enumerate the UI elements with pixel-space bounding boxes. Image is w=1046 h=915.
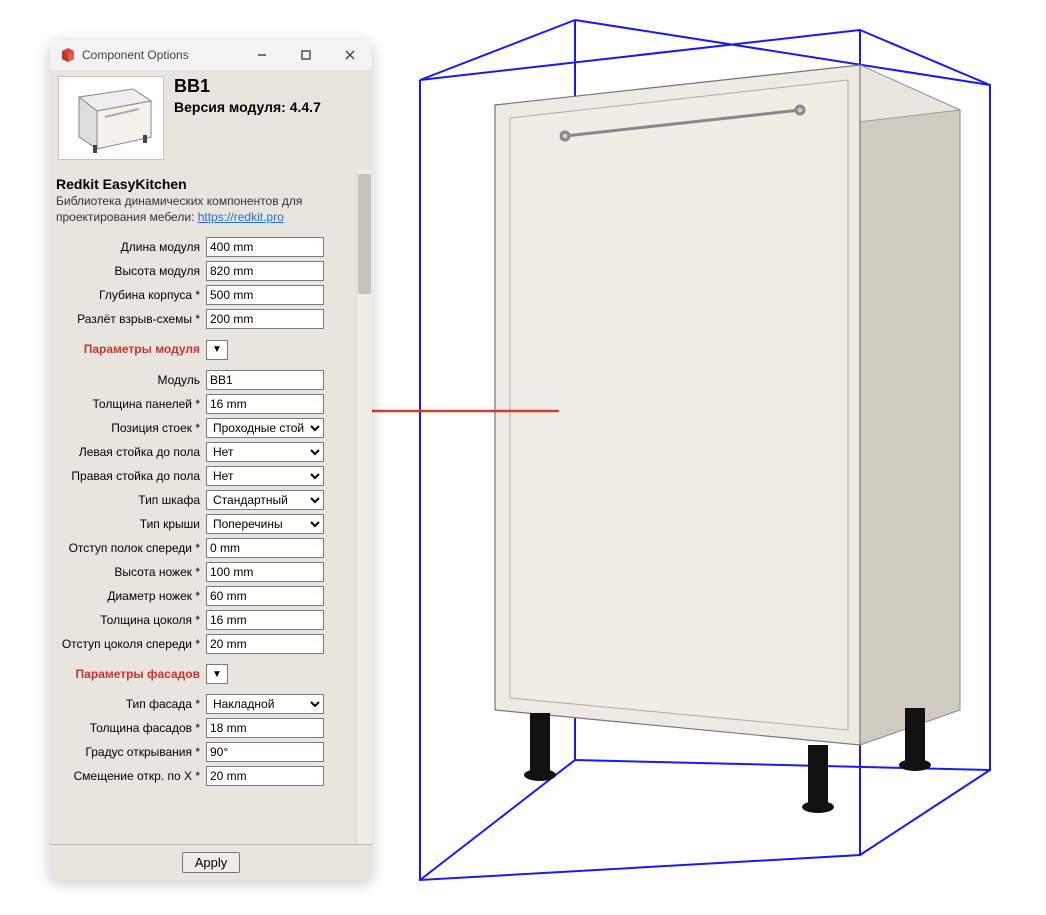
section-toggle-icon[interactable]: ▼: [206, 340, 228, 360]
label-plinth-offset: Отступ цоколя спереди *: [56, 632, 206, 656]
section-facade-params: Параметры фасадов: [56, 662, 206, 687]
input-plinth-thickness[interactable]: [206, 610, 324, 630]
label-length: Длина модуля: [56, 235, 206, 259]
label-leg-diameter: Диаметр ножек *: [56, 584, 206, 608]
input-plinth-offset[interactable]: [206, 634, 324, 654]
input-height[interactable]: [206, 261, 324, 281]
library-description: Библиотека динамических компонентов для …: [56, 194, 350, 225]
component-options-window: Component Options BB1 Версия модуля: 4.4…: [50, 40, 372, 880]
input-open-shift-x[interactable]: [206, 766, 324, 786]
input-panel-thickness[interactable]: [206, 394, 324, 414]
label-post-position: Позиция стоек *: [56, 416, 206, 440]
close-button[interactable]: [328, 40, 372, 70]
titlebar[interactable]: Component Options: [50, 40, 372, 70]
component-version: Версия модуля: 4.4.7: [174, 99, 364, 115]
label-facade-type: Тип фасада *: [56, 692, 206, 716]
input-length[interactable]: [206, 237, 324, 257]
label-shelf-offset: Отступ полок спереди *: [56, 536, 206, 560]
maximize-button[interactable]: [284, 40, 328, 70]
window-title: Component Options: [82, 48, 189, 62]
properties-panel: Redkit EasyKitchen Библиотека динамическ…: [50, 170, 356, 844]
apply-button[interactable]: Apply: [182, 852, 241, 873]
label-open-shift-x: Смещение откр. по X *: [56, 764, 206, 788]
model-viewport[interactable]: [400, 10, 1020, 900]
label-plinth-thickness: Толщина цоколя *: [56, 608, 206, 632]
label-right-post: Правая стойка до пола: [56, 464, 206, 488]
select-left-post[interactable]: Нет: [206, 442, 324, 462]
input-shelf-offset[interactable]: [206, 538, 324, 558]
input-module[interactable]: [206, 370, 324, 390]
scrollbar[interactable]: [356, 170, 372, 844]
label-explode: Разлёт взрыв-схемы *: [56, 307, 206, 331]
label-cabinet-type: Тип шкафа: [56, 488, 206, 512]
section-toggle-icon[interactable]: ▼: [206, 664, 228, 684]
select-roof-type[interactable]: Поперечины: [206, 514, 324, 534]
input-leg-diameter[interactable]: [206, 586, 324, 606]
scrollbar-thumb[interactable]: [358, 174, 371, 294]
component-header: BB1 Версия модуля: 4.4.7: [50, 70, 372, 170]
input-facade-thickness[interactable]: [206, 718, 324, 738]
minimize-button[interactable]: [240, 40, 284, 70]
label-leg-height: Высота ножек *: [56, 560, 206, 584]
input-depth[interactable]: [206, 285, 324, 305]
input-open-degree[interactable]: [206, 742, 324, 762]
app-icon: [60, 47, 76, 63]
input-leg-height[interactable]: [206, 562, 324, 582]
input-explode[interactable]: [206, 309, 324, 329]
label-roof-type: Тип крыши: [56, 512, 206, 536]
label-facade-thickness: Толщина фасадов *: [56, 716, 206, 740]
label-left-post: Левая стойка до пола: [56, 440, 206, 464]
label-open-degree: Градус открывания *: [56, 740, 206, 764]
label-module: Модуль: [56, 368, 206, 392]
component-name: BB1: [174, 76, 364, 97]
select-post-position[interactable]: Проходные стойки: [206, 418, 324, 438]
library-link[interactable]: https://redkit.pro: [198, 210, 284, 224]
label-depth: Глубина корпуса *: [56, 283, 206, 307]
label-height: Высота модуля: [56, 259, 206, 283]
section-module-params: Параметры модуля: [56, 337, 206, 362]
select-cabinet-type[interactable]: Стандартный: [206, 490, 324, 510]
library-title: Redkit EasyKitchen: [56, 176, 350, 192]
select-right-post[interactable]: Нет: [206, 466, 324, 486]
component-thumbnail: [58, 76, 164, 160]
label-panel-thickness: Толщина панелей *: [56, 392, 206, 416]
select-facade-type[interactable]: Накладной: [206, 694, 324, 714]
